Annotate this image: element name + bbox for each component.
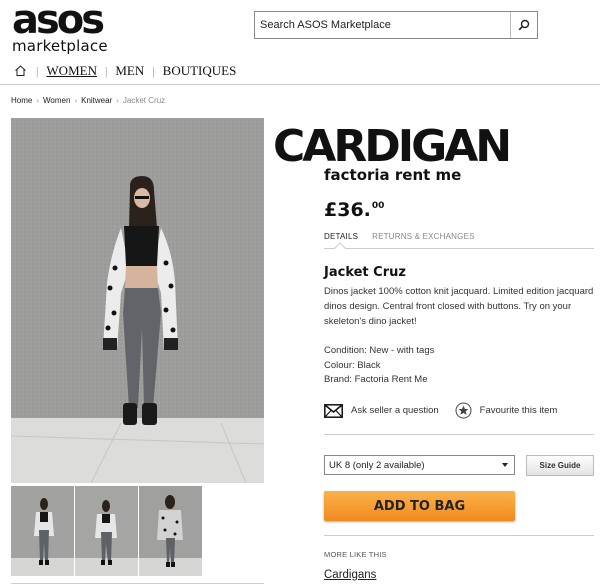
breadcrumb-home[interactable]: Home [11,96,32,105]
active-tab-indicator [334,242,346,254]
nav-item-women[interactable]: WOMEN [46,63,97,79]
breadcrumb-separator: › [36,96,40,105]
breadcrumb-current: Jacket Cruz [122,96,166,105]
search-button[interactable] [510,12,537,38]
ask-seller-button[interactable]: Ask seller a question [324,403,439,418]
main-product-photo[interactable] [11,118,264,483]
envelope-icon [324,403,343,418]
nav-separator: | [36,63,39,78]
star-icon [455,402,472,419]
nav-divider [0,84,600,85]
search-input[interactable] [255,12,510,38]
search-bar [254,11,538,39]
product-title: Jacket Cruz [324,265,406,280]
search-icon [518,19,530,31]
actions-divider [324,434,594,435]
tabs-divider [324,248,594,249]
product-brand: Brand: Factoria Rent Me [324,374,428,385]
thumbnail-divider [11,583,264,584]
breadcrumb-women[interactable]: Women [43,96,70,105]
main-nav: | WOMEN | MEN | BOUTIQUES [14,63,236,79]
size-guide-button[interactable]: Size Guide [526,455,594,476]
thumbnail-3[interactable] [139,486,202,576]
favourite-button[interactable]: Favourite this item [455,402,558,419]
product-price: £36.00 [324,199,384,221]
more-like-this-heading: MORE LIKE THIS [324,550,387,559]
home-icon[interactable] [14,64,28,78]
breadcrumb-separator: › [116,96,119,105]
product-actions: Ask seller a question Favourite this ite… [324,402,557,419]
add-to-bag-button[interactable]: ADD TO BAG [324,491,515,521]
tab-details[interactable]: DETAILS [324,232,358,241]
add-to-bag-divider [324,535,594,536]
product-tabs: DETAILS RETURNS & EXCHANGES [324,232,475,241]
size-select[interactable]: UK 8 (only 2 available) [324,455,515,475]
thumbnail-strip [11,486,202,576]
tab-returns-exchanges[interactable]: RETURNS & EXCHANGES [372,232,474,241]
shop-title: CARDIGAN [273,121,512,172]
product-description: Dinos jacket 100% cotton knit jacquard. … [324,286,594,327]
nav-separator: | [104,63,108,78]
nav-separator: | [152,63,155,78]
logo-subtext: marketplace [12,37,108,55]
nav-item-men[interactable]: MEN [115,63,144,79]
thumbnail-2[interactable] [75,486,138,576]
nav-item-boutiques[interactable]: BOUTIQUES [163,63,237,79]
price-pence: 00 [371,201,385,211]
ask-seller-label: Ask seller a question [351,405,439,416]
product-details: Condition: New - with tags Colour: Black… [324,344,434,388]
shop-subtitle[interactable]: factoria rent me [324,166,461,184]
size-selected-value: UK 8 (only 2 available) [329,459,425,471]
product-colour: Colour: Black [324,359,381,371]
chevron-down-icon [502,463,508,467]
thumbnail-1[interactable] [11,486,74,576]
logo-wordmark: asos [12,0,105,43]
more-like-this-link[interactable]: Cardigans [324,569,376,581]
asos-marketplace-logo[interactable]: asos marketplace [12,0,122,55]
favourite-label: Favourite this item [479,405,558,416]
price-main: £36. [324,199,371,221]
product-condition: Condition: New - with tags [324,345,435,356]
breadcrumb: Home › Women › Knitwear › Jacket Cruz [11,96,165,105]
breadcrumb-knitwear[interactable]: Knitwear [81,96,112,105]
breadcrumb-separator: › [74,96,78,105]
